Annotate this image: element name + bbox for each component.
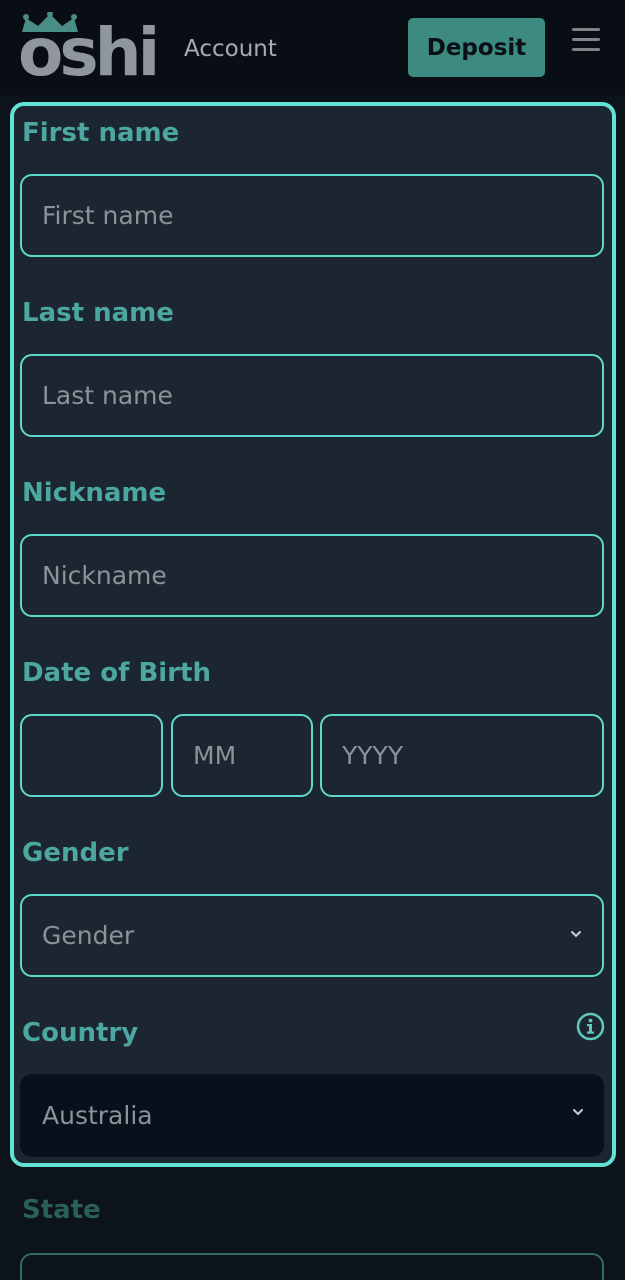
last-name-input[interactable] <box>42 381 602 410</box>
personal-details-panel <box>10 102 616 1167</box>
last-name-field[interactable] <box>20 354 604 437</box>
nickname-field[interactable] <box>20 534 604 617</box>
nickname-label: Nickname <box>22 478 167 508</box>
menu-icon[interactable] <box>570 26 604 56</box>
dob-day-field[interactable] <box>20 714 163 797</box>
deposit-button[interactable]: Deposit <box>408 18 545 77</box>
info-icon[interactable] <box>576 1012 605 1041</box>
oshi-logo[interactable]: oshi <box>18 12 160 91</box>
dob-month-field[interactable] <box>171 714 313 797</box>
last-name-label: Last name <box>22 298 174 328</box>
nickname-input[interactable] <box>42 561 602 590</box>
logo-text: oshi <box>18 14 160 91</box>
chevron-down-icon <box>571 931 581 938</box>
account-page: oshi Account Deposit First name Last nam… <box>0 0 625 1280</box>
first-name-input[interactable] <box>42 201 602 230</box>
dob-year-field[interactable] <box>320 714 604 797</box>
first-name-label: First name <box>22 118 180 148</box>
dob-month-input[interactable] <box>193 741 311 770</box>
country-select[interactable]: Australia <box>20 1074 604 1157</box>
country-label: Country <box>22 1018 139 1048</box>
gender-label: Gender <box>22 838 129 868</box>
page-title: Account <box>184 36 277 62</box>
dob-year-input[interactable] <box>342 741 602 770</box>
dob-day-input[interactable] <box>42 741 161 770</box>
top-header: oshi Account Deposit <box>0 0 625 95</box>
country-select-value: Australia <box>42 1101 153 1130</box>
gender-select[interactable]: Gender <box>20 894 604 977</box>
state-label: State <box>22 1195 101 1225</box>
state-field[interactable] <box>20 1253 604 1280</box>
chevron-down-icon <box>573 1109 583 1116</box>
dob-label: Date of Birth <box>22 658 211 688</box>
gender-select-value: Gender <box>42 921 135 950</box>
first-name-field[interactable] <box>20 174 604 257</box>
